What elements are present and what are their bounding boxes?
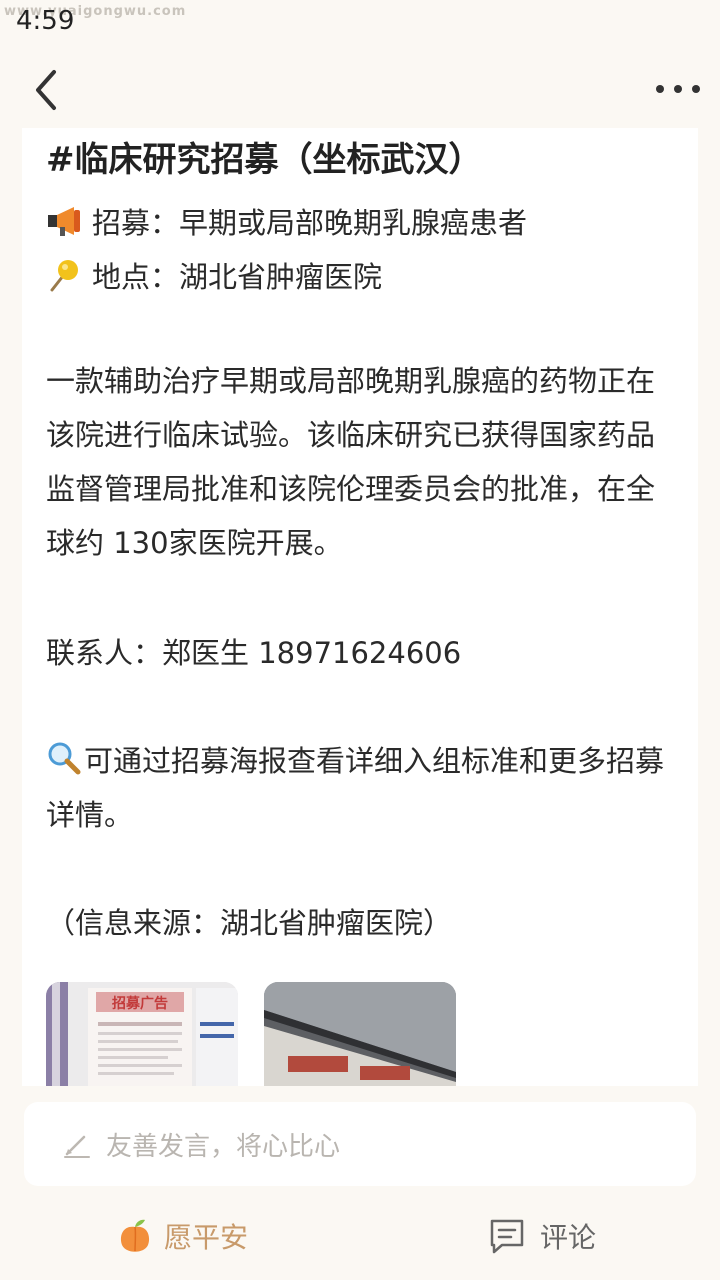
more-options-button[interactable]: [656, 74, 700, 104]
dot-icon: [656, 85, 664, 93]
pin-icon: [46, 258, 84, 292]
poster-note-text: 可通过招募海报查看详细入组标准和更多招募详情。: [46, 744, 665, 832]
poster-image-thumbnail[interactable]: 招募广告: [46, 982, 238, 1086]
poster-image-title: 招募广告: [112, 995, 168, 1012]
dot-icon: [674, 85, 682, 93]
source-text: （信息来源：湖北省肿瘤医院）: [46, 906, 453, 940]
comment-input[interactable]: 友善发言，将心比心: [24, 1102, 696, 1186]
contact-text: 联系人：郑医生 18971624606: [46, 636, 462, 670]
post-card: #临床研究招募（坐标武汉） 招募：早期或局部晚期乳腺癌患者 地点：湖北省肿瘤医院…: [22, 128, 698, 1086]
megaphone-icon: [46, 204, 84, 238]
recruit-line: 招募：早期或局部晚期乳腺癌患者: [46, 200, 527, 242]
comment-button[interactable]: 评论: [488, 1216, 596, 1256]
post-title: #临床研究招募（坐标武汉）: [46, 140, 483, 180]
comment-label: 评论: [540, 1221, 597, 1254]
bottom-action-bar: 愿平安 评论: [0, 1200, 720, 1280]
magnifier-icon: [46, 738, 82, 775]
back-button[interactable]: [28, 68, 68, 112]
comment-placeholder: 友善发言，将心比心: [106, 1131, 341, 1162]
recruit-text: 招募：早期或局部晚期乳腺癌患者: [92, 206, 528, 240]
description-text: 一款辅助治疗早期或局部晚期乳腺癌的药物正在该院进行临床试验。该临床研究已获得国家…: [46, 364, 656, 560]
bless-label: 愿平安: [164, 1221, 249, 1254]
location-text: 地点：湖北省肿瘤医院: [92, 260, 383, 294]
location-line: 地点：湖北省肿瘤医院: [46, 254, 382, 296]
peach-icon: [120, 1219, 150, 1252]
status-bar: www.yuaigongwu.com 4:59: [0, 0, 720, 44]
dot-icon: [692, 85, 700, 93]
chevron-left-icon: [36, 70, 56, 110]
nav-bar: [0, 50, 720, 130]
status-time: 4:59: [16, 6, 75, 36]
comment-icon: [490, 1219, 524, 1254]
hospital-photo-thumbnail[interactable]: [264, 982, 456, 1086]
poster-note: 可通过招募海报查看详细入组标准和更多招募详情。: [46, 734, 676, 842]
bless-button[interactable]: 愿平安: [118, 1216, 248, 1256]
pencil-icon: [64, 1135, 90, 1158]
